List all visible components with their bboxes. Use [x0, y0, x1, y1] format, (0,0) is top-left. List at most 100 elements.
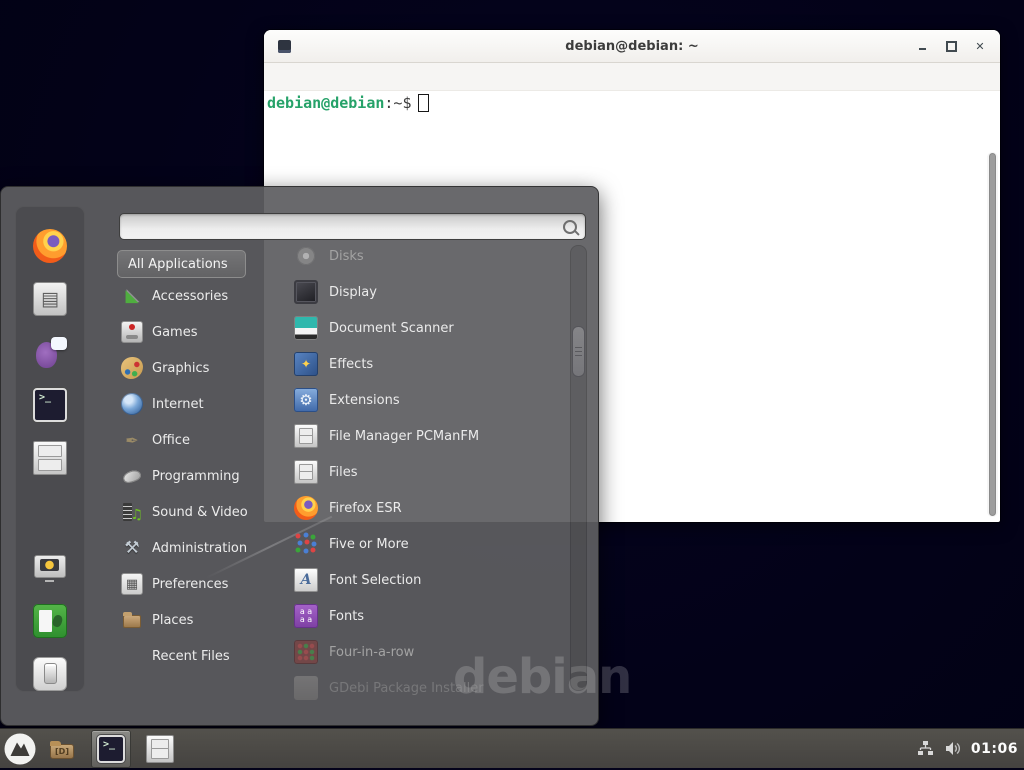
effects-icon	[294, 352, 318, 376]
cabinet-icon	[33, 441, 67, 475]
favorite-lock-screen[interactable]	[32, 550, 68, 585]
settings-icon	[33, 282, 67, 316]
menubar-item-edit[interactable]	[292, 73, 310, 81]
app-firefox-esr[interactable]: Firefox ESR	[284, 490, 570, 526]
menubar-item-search[interactable]	[328, 73, 346, 81]
app-effects[interactable]: Effects	[284, 346, 570, 382]
category-label: Accessories	[152, 289, 228, 304]
category-label: Office	[152, 433, 190, 448]
app-label: File Manager PCManFM	[329, 429, 479, 444]
app-list-scrollbar[interactable]	[570, 245, 587, 691]
app-list-scrollbar-thumb[interactable]	[572, 326, 585, 377]
category-games[interactable]: Games	[117, 314, 269, 350]
app-disks[interactable]: Disks	[284, 238, 570, 274]
favorite-logout[interactable]	[32, 603, 68, 638]
maximize-icon[interactable]	[945, 40, 957, 52]
category-label: Preferences	[152, 577, 228, 592]
app-fonts[interactable]: Fonts	[284, 598, 570, 634]
category-places[interactable]: Places	[117, 602, 269, 638]
category-sound-video[interactable]: Sound & Video	[117, 494, 269, 530]
preferences-icon	[121, 573, 143, 595]
extensions-icon	[294, 388, 318, 412]
app-four-in-a-row[interactable]: Four-in-a-row	[284, 634, 570, 670]
menubar-item-help[interactable]	[364, 73, 382, 81]
sound-video-icon	[121, 501, 143, 523]
category-internet[interactable]: Internet	[117, 386, 269, 422]
app-label: Font Selection	[329, 573, 421, 588]
taskbar-item-desktop-folder[interactable]	[43, 731, 81, 767]
category-programming[interactable]: Programming	[117, 458, 269, 494]
category-graphics[interactable]: Graphics	[117, 350, 269, 386]
app-label: Disks	[329, 249, 364, 264]
category-office[interactable]: Office	[117, 422, 269, 458]
terminal-cursor	[418, 94, 429, 112]
category-label: Graphics	[152, 361, 209, 376]
app-label: Document Scanner	[329, 321, 454, 336]
app-label: Four-in-a-row	[329, 645, 414, 660]
menu-logo-icon	[3, 732, 37, 766]
category-preferences[interactable]: Preferences	[117, 566, 269, 602]
application-menu: debian All Applications	[0, 186, 599, 726]
terminal-scrollbar-thumb[interactable]	[989, 153, 996, 516]
menubar-item-terminal[interactable]	[346, 73, 364, 81]
category-label: Programming	[152, 469, 240, 484]
category-recent-files[interactable]: Recent Files	[117, 638, 269, 674]
menu-button[interactable]	[3, 732, 37, 766]
favorite-firefox[interactable]	[32, 229, 68, 264]
favorite-file-manager[interactable]	[32, 441, 68, 476]
all-applications-button[interactable]: All Applications	[117, 250, 246, 278]
pidgin-icon	[33, 335, 67, 369]
shutdown-icon	[33, 657, 67, 691]
menubar-item-view[interactable]	[310, 73, 328, 81]
volume-icon[interactable]	[944, 740, 961, 757]
favorite-terminal[interactable]	[32, 388, 68, 423]
document-scanner-icon	[294, 316, 318, 340]
favorite-settings[interactable]	[32, 282, 68, 317]
tb-cabinet-icon	[146, 735, 174, 763]
category-label: Administration	[152, 541, 247, 556]
terminal-scrollbar[interactable]	[987, 152, 998, 517]
favorites-column	[15, 206, 85, 692]
clock[interactable]: 01:06	[971, 741, 1018, 757]
app-label: GDebi Package Installer	[329, 681, 484, 696]
app-extensions[interactable]: Extensions	[284, 382, 570, 418]
category-label: Games	[152, 325, 197, 340]
app-gdebi-package-installer[interactable]: GDebi Package Installer	[284, 670, 570, 706]
terminal-titlebar[interactable]: debian@debian: ~	[264, 30, 1000, 63]
taskbar-item-terminal[interactable]	[91, 730, 131, 768]
category-administration[interactable]: Administration	[117, 530, 269, 566]
category-label: Sound & Video	[152, 505, 248, 520]
network-icon[interactable]	[917, 740, 934, 757]
taskbar-launchers	[43, 730, 179, 768]
app-document-scanner[interactable]: Document Scanner	[284, 310, 570, 346]
games-icon	[121, 321, 143, 343]
lock-screen-icon	[33, 551, 67, 585]
close-icon[interactable]	[974, 40, 986, 52]
file-manager-icon	[294, 424, 318, 448]
search-input[interactable]	[128, 219, 563, 234]
disks-icon	[294, 244, 318, 268]
search-box[interactable]	[119, 213, 586, 240]
app-file-manager-pcmanfm[interactable]: File Manager PCManFM	[284, 418, 570, 454]
font-selection-icon	[294, 568, 318, 592]
category-label: Recent Files	[152, 649, 230, 664]
app-label: Extensions	[329, 393, 400, 408]
menubar-item-file[interactable]	[274, 73, 292, 81]
app-files[interactable]: Files	[284, 454, 570, 490]
app-five-or-more[interactable]: Five or More	[284, 526, 570, 562]
category-list: Accessories Games Graphics Internet Offi…	[117, 278, 269, 674]
taskbar: 01:06	[0, 728, 1024, 768]
search-icon	[563, 220, 577, 234]
app-display[interactable]: Display	[284, 274, 570, 310]
favorite-pidgin[interactable]	[32, 335, 68, 370]
minimize-icon[interactable]	[916, 40, 928, 52]
terminal-window-title: debian@debian: ~	[264, 39, 1000, 54]
firefox-icon	[294, 496, 318, 520]
category-accessories[interactable]: Accessories	[117, 278, 269, 314]
tb-folder-icon	[48, 735, 76, 763]
favorite-shutdown[interactable]	[32, 656, 68, 691]
tb-terminal-icon	[97, 735, 125, 763]
office-icon	[121, 429, 143, 451]
taskbar-item-files[interactable]	[141, 731, 179, 767]
app-font-selection[interactable]: Font Selection	[284, 562, 570, 598]
